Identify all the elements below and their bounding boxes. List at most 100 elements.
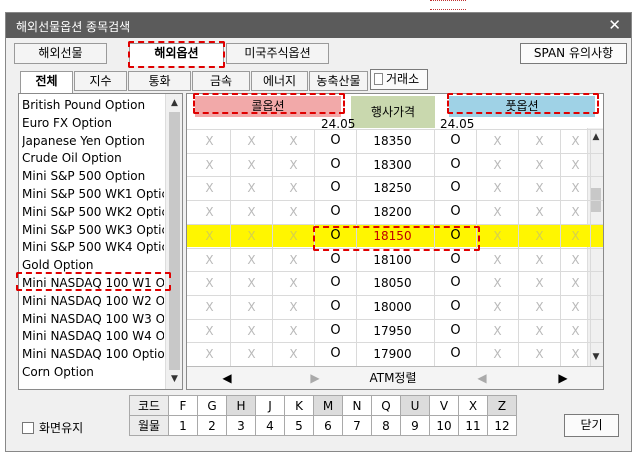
tab-currency[interactable]: 통화 xyxy=(128,71,191,91)
scroll-thumb[interactable] xyxy=(169,112,180,370)
put-unavailable-cell[interactable]: X xyxy=(477,130,519,153)
month-number-cell[interactable]: 11 xyxy=(458,415,488,436)
month-number-cell[interactable]: 12 xyxy=(487,415,517,436)
strike-price-cell[interactable]: 17900 xyxy=(351,343,435,367)
product-list-item[interactable]: Mini NASDAQ 100 W2 O xyxy=(22,292,164,310)
call-unavailable-cell[interactable]: X xyxy=(189,224,231,248)
month-number-cell[interactable]: 3 xyxy=(226,415,256,436)
month-code-cell[interactable]: Q xyxy=(371,395,401,416)
strike-price-cell[interactable]: 18100 xyxy=(351,248,435,272)
month-code-cell[interactable]: G xyxy=(197,395,227,416)
put-unavailable-cell[interactable]: X xyxy=(477,153,519,177)
put-unavailable-cell[interactable]: X xyxy=(561,295,591,319)
product-list-scrollbar[interactable]: ▲ ▼ xyxy=(165,94,182,389)
put-select-cell[interactable]: O xyxy=(435,319,477,343)
put-select-cell[interactable]: O xyxy=(435,343,477,367)
call-unavailable-cell[interactable]: X xyxy=(231,130,273,153)
product-list-item[interactable]: Mini NASDAQ 100 Optio xyxy=(22,345,164,363)
call-unavailable-cell[interactable]: X xyxy=(231,295,273,319)
span-notice-button[interactable]: SPAN 유의사항 xyxy=(520,43,627,64)
call-unavailable-cell[interactable]: X xyxy=(231,319,273,343)
put-unavailable-cell[interactable]: X xyxy=(561,248,591,272)
call-unavailable-cell[interactable]: X xyxy=(273,319,315,343)
call-unavailable-cell[interactable]: X xyxy=(273,177,315,201)
product-list-item[interactable]: Mini S&P 500 WK4 Optic xyxy=(22,238,164,256)
call-unavailable-cell[interactable]: X xyxy=(189,248,231,272)
keep-screen-checkbox[interactable]: 화면유지 xyxy=(22,421,83,435)
put-select-cell[interactable]: O xyxy=(435,177,477,201)
product-list-item[interactable]: Crude Oil Option xyxy=(22,149,164,167)
strike-price-cell[interactable]: 18050 xyxy=(351,272,435,296)
call-unavailable-cell[interactable]: X xyxy=(231,177,273,201)
month-code-cell[interactable]: U xyxy=(400,395,430,416)
put-unavailable-cell[interactable]: X xyxy=(477,295,519,319)
put-unavailable-cell[interactable]: X xyxy=(477,177,519,201)
call-unavailable-cell[interactable]: X xyxy=(189,343,231,367)
call-unavailable-cell[interactable]: X xyxy=(273,130,315,153)
month-number-cell[interactable]: 8 xyxy=(371,415,401,436)
close-icon[interactable]: ✕ xyxy=(608,16,621,34)
put-unavailable-cell[interactable]: X xyxy=(477,343,519,367)
month-code-cell[interactable]: X xyxy=(458,395,488,416)
tab-overseas-futures[interactable]: 해외선물 xyxy=(14,43,107,64)
call-next-icon[interactable]: ▶ xyxy=(305,367,325,389)
strike-price-cell[interactable]: 17950 xyxy=(351,319,435,343)
put-unavailable-cell[interactable]: X xyxy=(477,224,519,248)
call-unavailable-cell[interactable]: X xyxy=(273,248,315,272)
product-list-item[interactable]: Mini NASDAQ 100 W4 O xyxy=(22,327,164,345)
call-unavailable-cell[interactable]: X xyxy=(189,272,231,296)
product-list-item[interactable]: British Pound Option xyxy=(22,96,164,114)
call-unavailable-cell[interactable]: X xyxy=(189,153,231,177)
put-select-cell[interactable]: O xyxy=(435,201,477,225)
put-unavailable-cell[interactable]: X xyxy=(477,272,519,296)
month-code-cell[interactable]: Z xyxy=(487,395,517,416)
product-list-item[interactable]: Mini NASDAQ 100 W1 O xyxy=(22,274,164,292)
month-code-cell[interactable]: J xyxy=(255,395,285,416)
put-unavailable-cell[interactable]: X xyxy=(477,248,519,272)
tab-index[interactable]: 지수 xyxy=(74,71,127,91)
put-select-cell[interactable]: O xyxy=(435,272,477,296)
product-list-item[interactable]: Mini NASDAQ 100 W3 O xyxy=(22,310,164,328)
call-unavailable-cell[interactable]: X xyxy=(189,201,231,225)
put-unavailable-cell[interactable]: X xyxy=(519,272,561,296)
scroll-up-icon[interactable]: ▲ xyxy=(168,96,181,110)
put-unavailable-cell[interactable]: X xyxy=(519,319,561,343)
call-unavailable-cell[interactable]: X xyxy=(273,272,315,296)
call-unavailable-cell[interactable]: X xyxy=(231,153,273,177)
put-unavailable-cell[interactable]: X xyxy=(519,224,561,248)
tab-metals[interactable]: 금속 xyxy=(192,71,250,91)
scroll-down-icon[interactable]: ▼ xyxy=(168,372,181,386)
put-select-cell[interactable]: O xyxy=(435,130,477,153)
product-list[interactable]: ▲ ▼ British Pound Option Euro FX Option Ja… xyxy=(18,93,183,390)
put-unavailable-cell[interactable]: X xyxy=(519,343,561,367)
tab-all[interactable]: 전체 xyxy=(20,71,73,93)
month-number-cell[interactable]: 9 xyxy=(400,415,430,436)
call-unavailable-cell[interactable]: X xyxy=(273,201,315,225)
put-select-cell[interactable]: O xyxy=(435,248,477,272)
month-code-cell[interactable]: N xyxy=(342,395,372,416)
month-code-cell[interactable]: F xyxy=(168,395,198,416)
put-unavailable-cell[interactable]: X xyxy=(519,295,561,319)
put-select-cell[interactable]: O xyxy=(435,295,477,319)
month-number-cell[interactable]: 6 xyxy=(313,415,343,436)
call-unavailable-cell[interactable]: X xyxy=(189,319,231,343)
call-unavailable-cell[interactable]: X xyxy=(231,248,273,272)
put-unavailable-cell[interactable]: X xyxy=(561,319,591,343)
put-unavailable-cell[interactable]: X xyxy=(519,130,561,153)
strike-price-cell[interactable]: 18350 xyxy=(351,130,435,153)
put-unavailable-cell[interactable]: X xyxy=(561,177,591,201)
strike-price-cell[interactable]: 18250 xyxy=(351,177,435,201)
month-number-cell[interactable]: 4 xyxy=(255,415,285,436)
product-list-item[interactable]: Mini S&P 500 Option xyxy=(22,167,164,185)
product-list-item[interactable]: Corn Option xyxy=(22,363,164,381)
call-prev-icon[interactable]: ◀ xyxy=(217,367,237,389)
call-unavailable-cell[interactable]: X xyxy=(273,224,315,248)
put-unavailable-cell[interactable]: X xyxy=(477,319,519,343)
call-unavailable-cell[interactable]: X xyxy=(189,177,231,201)
call-unavailable-cell[interactable]: X xyxy=(231,224,273,248)
tab-overseas-options[interactable]: 해외옵션 xyxy=(129,43,224,66)
month-code-cell[interactable]: M xyxy=(313,395,343,416)
product-list-item[interactable]: Mini S&P 500 WK2 Optic xyxy=(22,203,164,221)
call-unavailable-cell[interactable]: X xyxy=(273,295,315,319)
call-unavailable-cell[interactable]: X xyxy=(273,153,315,177)
